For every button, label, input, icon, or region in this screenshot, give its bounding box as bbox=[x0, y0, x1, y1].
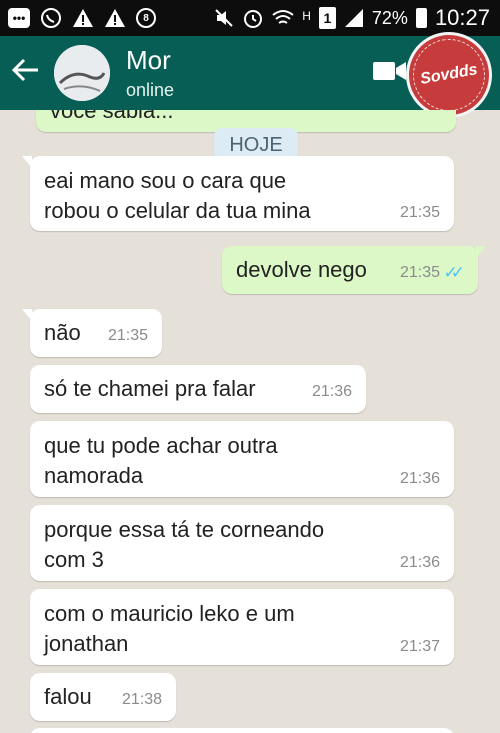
message-incoming[interactable]: falou 21:38 bbox=[30, 673, 176, 721]
contact-info[interactable]: Mor online bbox=[126, 45, 174, 101]
message-incoming[interactable]: eai mano sou o cara que robou o celular … bbox=[22, 156, 454, 231]
battery-percent: 72% bbox=[371, 7, 408, 28]
message-incoming[interactable]: porque essa tá te corneando com 3 21:36 bbox=[30, 505, 454, 581]
chat-area[interactable]: voce sabia... HOJE eai mano sou o cara q… bbox=[0, 110, 500, 733]
warning-icon bbox=[72, 8, 94, 28]
battery-icon bbox=[415, 8, 427, 28]
message-incoming[interactable]: só te chamei pra falar 21:36 bbox=[30, 365, 366, 413]
signal-icon bbox=[344, 8, 364, 28]
wifi-icon bbox=[272, 9, 294, 27]
avatar[interactable] bbox=[54, 45, 110, 101]
watermark-text: Sovdds bbox=[418, 61, 479, 88]
network-type: H bbox=[302, 9, 311, 23]
status-bar: ••• 8 H 1 72% 10:27 bbox=[0, 0, 500, 36]
sim-slot-icon: 1 bbox=[318, 7, 336, 29]
bbm-icon: ••• bbox=[8, 8, 30, 28]
contact-status: online bbox=[126, 80, 175, 100]
back-arrow-icon[interactable] bbox=[11, 58, 48, 88]
message-outgoing[interactable]: devolve nego 21:35 ✓✓ bbox=[222, 246, 486, 294]
read-receipt-icon: ✓✓ bbox=[443, 263, 465, 282]
message-incoming[interactable]: que tu pode achar outra namorada 21:36 bbox=[30, 421, 454, 497]
mute-icon bbox=[214, 8, 234, 28]
alarm-icon bbox=[242, 7, 264, 29]
message-incoming[interactable]: com o mauricio leko e um jonathan 21:37 bbox=[30, 589, 454, 665]
messenger-icon: 8 bbox=[136, 8, 156, 28]
contact-name: Mor bbox=[126, 45, 171, 75]
warning-icon bbox=[104, 8, 126, 28]
clock: 10:27 bbox=[434, 5, 490, 30]
message-incoming-partial[interactable] bbox=[30, 728, 454, 733]
message-incoming[interactable]: não 21:35 bbox=[22, 309, 162, 357]
video-call-icon[interactable] bbox=[372, 59, 408, 88]
whatsapp-icon bbox=[40, 7, 62, 29]
